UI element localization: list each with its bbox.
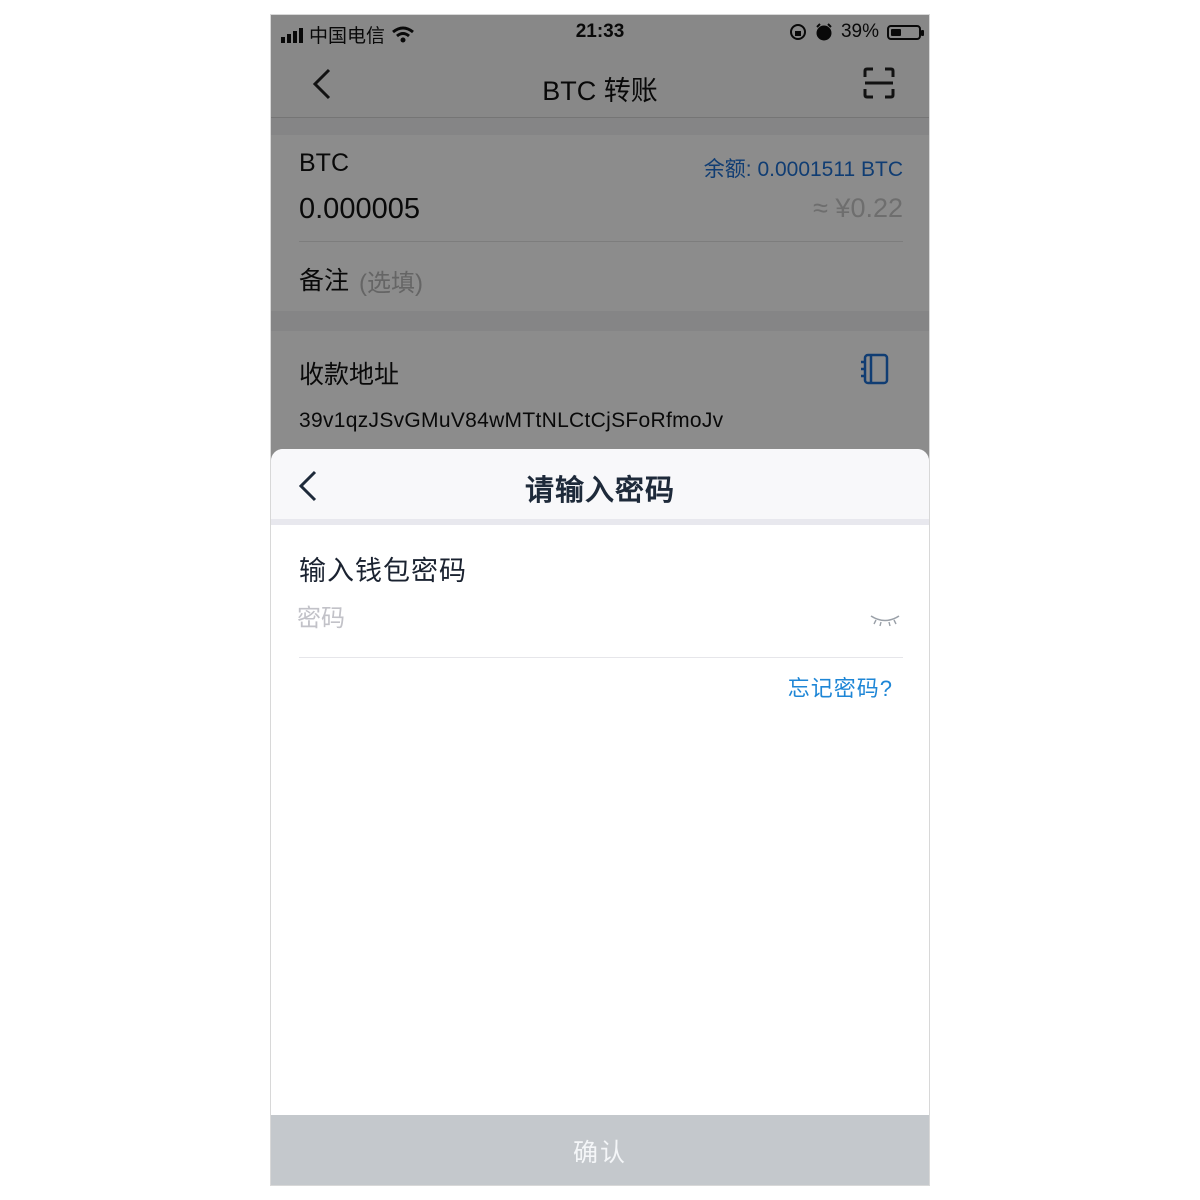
sheet-title: 请输入密码 — [524, 475, 675, 507]
phone-screen: 中国电信 21:33 39% BTC 转账 BTC 余额: 0.0001511 … — [270, 14, 930, 1186]
password-label: 输入钱包密码 — [299, 556, 467, 586]
confirm-button[interactable]: 确认 — [271, 1115, 929, 1185]
eye-closed-icon[interactable] — [869, 613, 901, 627]
input-underline — [299, 657, 903, 658]
password-sheet: 请输入密码 输入钱包密码 忘记密码? 确认 — [271, 449, 929, 1185]
divider — [271, 519, 929, 525]
password-field[interactable] — [297, 599, 837, 639]
sheet-header: 请输入密码 — [271, 449, 929, 519]
forgot-password-link[interactable]: 忘记密码? — [788, 671, 893, 703]
